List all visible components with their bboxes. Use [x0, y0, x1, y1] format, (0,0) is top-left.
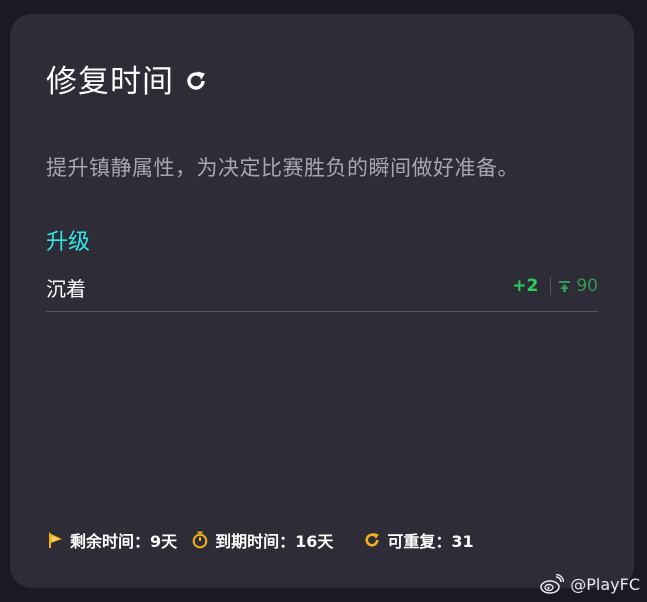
repeatable-count: 可重复：31 — [363, 528, 474, 552]
card-description: 提升镇静属性，为决定比赛胜负的瞬间做好准备。 — [46, 156, 519, 180]
remaining-time-text: 剩余时间：9天 — [70, 532, 178, 551]
card: 修复时间 提升镇静属性，为决定比赛胜负的瞬间做好准备。 升级 沉着 +2 90 — [10, 14, 634, 588]
remaining-time: 剩余时间：9天 — [46, 528, 177, 552]
watermark-text: @PlayFC — [570, 574, 640, 594]
cap-arrow-icon — [559, 280, 571, 292]
attribute-divider — [550, 277, 552, 295]
attribute-values: +2 90 — [512, 276, 598, 296]
watermark: @PlayFC — [540, 574, 640, 594]
stopwatch-icon — [192, 531, 208, 549]
upgrade-section-label: 升级 — [46, 230, 91, 255]
card-title: 修复时间 — [46, 64, 174, 100]
repeat-icon — [365, 532, 380, 547]
attribute-name: 沉着 — [46, 277, 86, 301]
card-footer: 剩余时间：9天 到期时间：16天 可重复：31 — [46, 528, 474, 552]
refresh-icon — [184, 69, 208, 93]
title-row: 修复时间 — [46, 56, 208, 101]
attribute-row: 沉着 +2 90 — [46, 273, 598, 312]
attribute-cap: 90 — [576, 276, 598, 296]
attribute-delta: +2 — [512, 276, 539, 296]
expiry-time-text: 到期时间：16天 — [215, 532, 334, 551]
flag-icon — [49, 532, 62, 548]
expiry-time: 到期时间：16天 — [191, 528, 333, 552]
repeatable-count-text: 可重复：31 — [387, 532, 474, 551]
weibo-icon — [540, 574, 565, 594]
